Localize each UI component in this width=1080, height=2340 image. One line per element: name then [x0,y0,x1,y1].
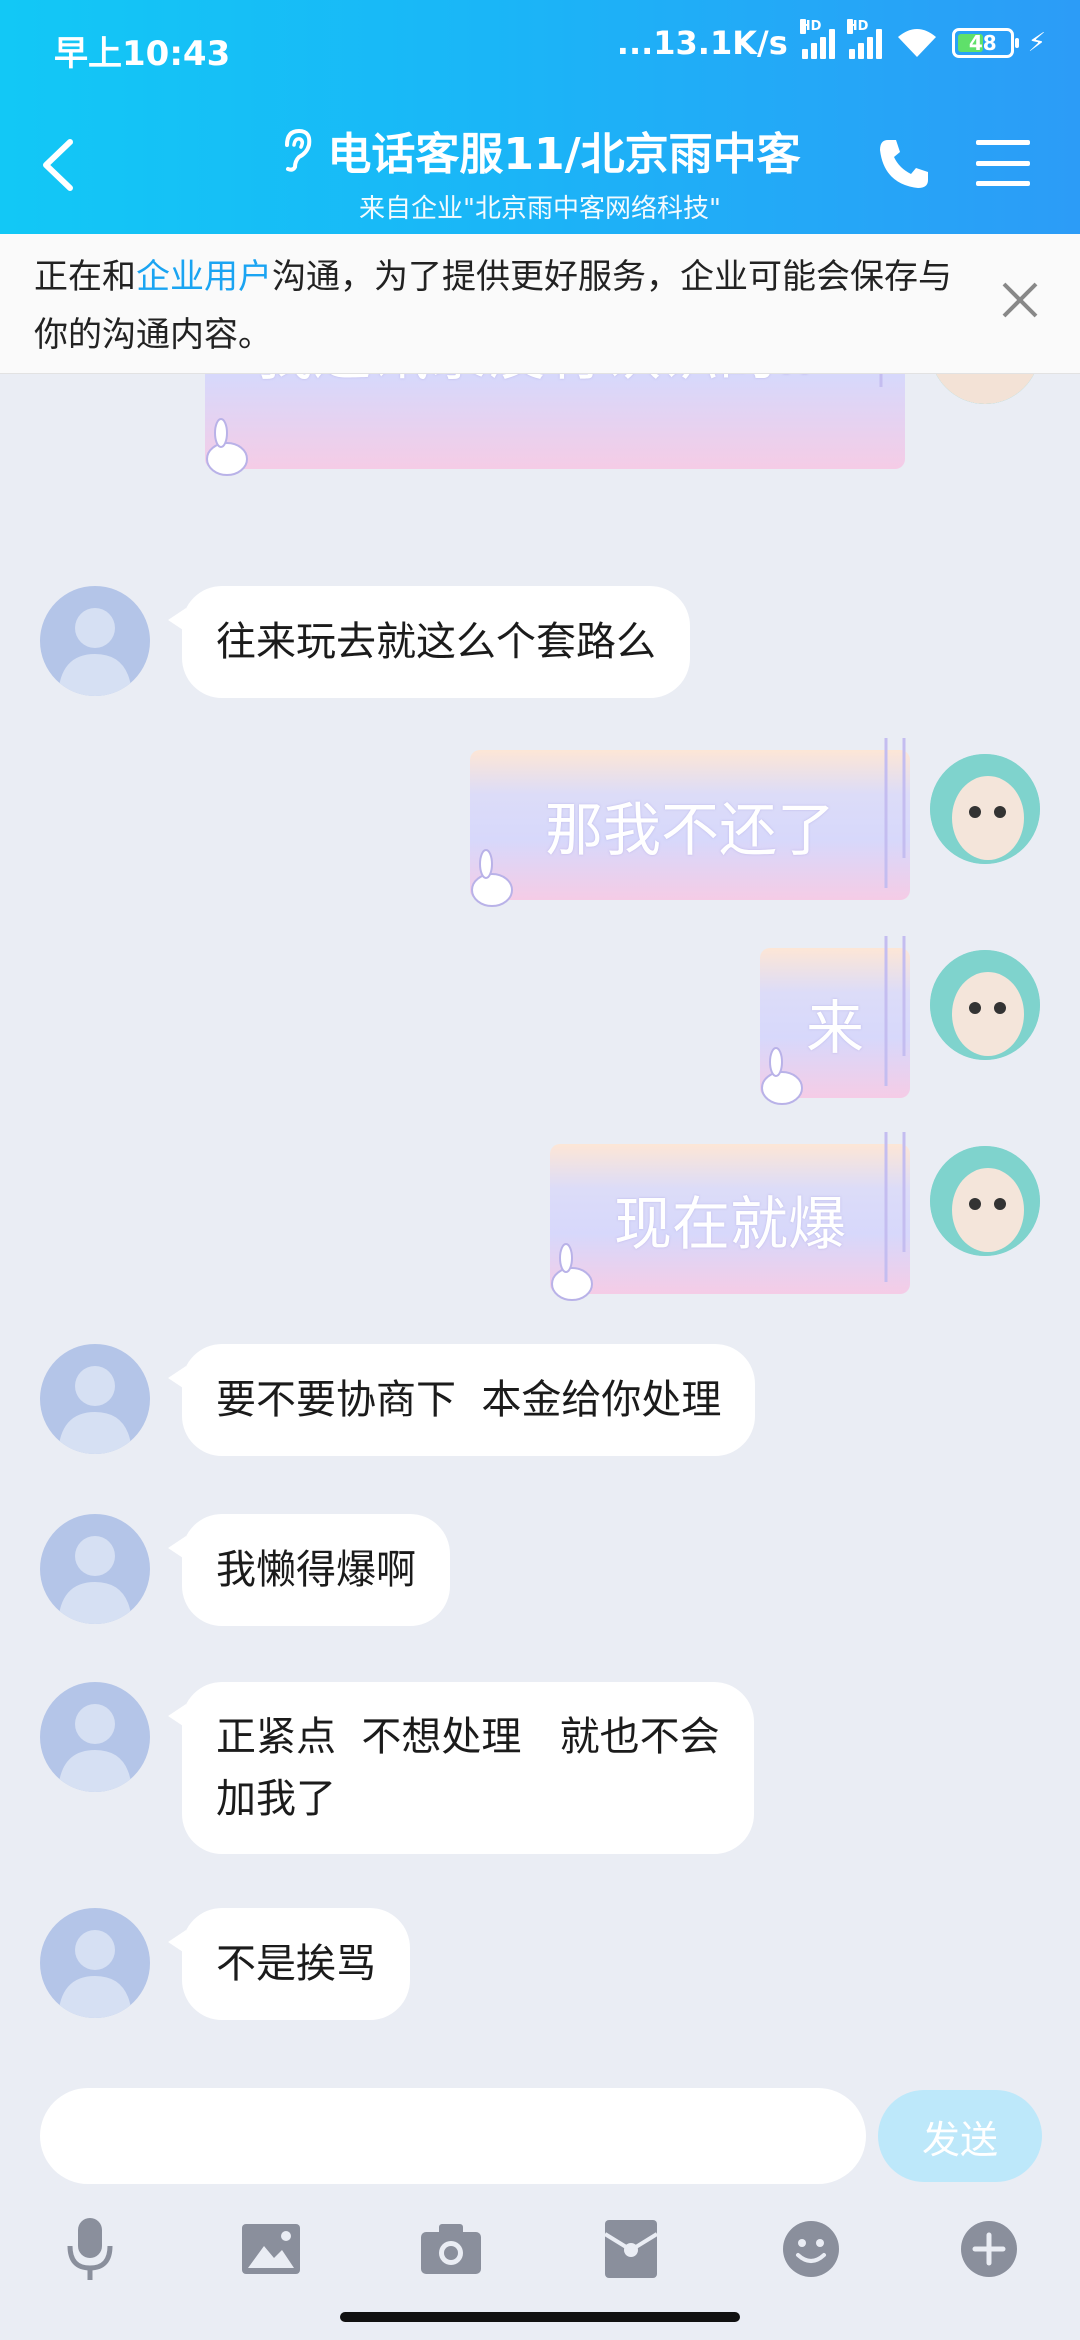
album-button[interactable] [236,2214,306,2284]
bunny-sticker-icon [471,849,513,907]
message-text: 我懒得爆啊 [216,1547,416,1593]
status-time: 早上10:43 [54,34,231,74]
message-bubble-self[interactable]: 现在就爆 [550,1132,910,1301]
bunny-sticker-icon [761,1047,803,1105]
chat-title: 电话客服11/北京雨中客 [327,129,801,180]
signal-icon: HD [799,19,835,59]
more-button[interactable] [954,2214,1024,2284]
message-text-line-2: 加我了 [216,1776,336,1822]
message-text: 那我不还了 [544,796,835,864]
back-icon [43,139,73,191]
message-bubble-contact[interactable]: 正紧点 不想处理 就也不会 加我了 [168,1682,754,1854]
bunny-sticker-icon [551,1243,593,1301]
avatar-contact[interactable] [40,1514,150,1624]
message-text-line-1: 正紧点 不想处理 就也不会 [216,1714,720,1760]
message-text: 现在就爆 [613,1190,846,1258]
notice-prefix: 正在和 [34,257,136,297]
red-packet-button[interactable] [596,2214,666,2284]
close-icon [1002,282,1038,318]
avatar-self[interactable] [930,374,1040,404]
voice-button[interactable] [55,2214,125,2284]
avatar-contact[interactable] [40,1682,150,1792]
status-icons: ...13.1K/s HD HD 48 ⚡ [616,19,1046,62]
signal-icon-2: HD [846,19,882,59]
message-input[interactable] [40,2088,866,2184]
message-bubble-contact[interactable]: 不是挨骂 [168,1908,410,2020]
charging-icon: ⚡ [1027,28,1046,58]
message-bubble-contact[interactable]: 我懒得爆啊 [168,1514,450,1626]
avatar-self[interactable] [930,754,1040,864]
message-bubble-self[interactable]: 我通讯录没有认识的.. [205,374,905,476]
menu-button[interactable] [976,140,1030,186]
network-speed: ...13.1K/s [616,24,788,62]
signal-hd-label: HD [799,19,822,34]
message-bubble-self[interactable]: 来 [760,936,910,1105]
page-title: 电话客服11/北京雨中客 [150,118,930,182]
avatar-contact[interactable] [40,1344,150,1454]
battery-level: 48 [968,31,997,55]
plus-icon [961,2221,1017,2277]
image-icon [242,2224,300,2274]
avatar-contact[interactable] [40,586,150,696]
send-button[interactable]: 发送 [878,2090,1042,2182]
emoji-icon [783,2221,839,2277]
wifi-icon [897,29,936,57]
title-block: 电话客服11/北京雨中客 来自企业"北京雨中客网络科技" [150,118,930,225]
chat-area[interactable]: 我通讯录没有认识的.. 往来玩去就这么个套路么 那我不还了 来 现在就爆 [0,374,1080,2064]
message-bubble-self[interactable]: 那我不还了 [470,738,910,907]
avatar-self[interactable] [930,950,1040,1060]
emoji-button[interactable] [776,2214,846,2284]
header: 早上10:43 ...13.1K/s HD HD 48 ⚡ 电话客服11/北京雨… [0,0,1080,234]
notice-close-button[interactable] [990,270,1050,330]
message-text: 要不要协商下 本金给你处理 [216,1377,722,1423]
avatar-contact[interactable] [40,1908,150,2018]
battery-icon: 48 [951,28,1019,58]
notice-highlight-link[interactable]: 企业用户 [136,257,272,297]
hanging-stars-icon [884,738,906,888]
hanging-stars-icon [884,1132,906,1282]
avatar-self[interactable] [930,1146,1040,1256]
signal-hd-label-2: HD [846,19,869,34]
message-bubble-contact[interactable]: 要不要协商下 本金给你处理 [167,1344,756,1456]
hanging-stars-icon [879,374,883,387]
microphone-icon [67,2218,113,2280]
message-text: 不是挨骂 [216,1941,376,1987]
ear-icon [285,128,312,172]
home-indicator[interactable] [340,2312,740,2322]
message-text: 我通讯录没有认识的.. [255,374,815,391]
camera-button[interactable] [416,2214,486,2284]
chat-subtitle: 来自企业"北京雨中客网络科技" [359,194,721,224]
camera-icon [421,2224,481,2274]
call-button[interactable] [874,134,934,194]
back-button[interactable] [30,130,90,200]
enterprise-notice: 正在和企业用户沟通，为了提供更好服务，企业可能会保存与你的沟通内容。 [0,234,1080,374]
input-bar: 发送 [0,2064,1080,2340]
hanging-stars-icon [884,936,906,1086]
phone-icon [880,140,928,188]
message-bubble-contact[interactable]: 往来玩去就这么个套路么 [168,586,690,698]
red-packet-icon [603,2220,659,2278]
bunny-sticker-icon [206,418,248,476]
message-text: 往来玩去就这么个套路么 [216,619,656,665]
